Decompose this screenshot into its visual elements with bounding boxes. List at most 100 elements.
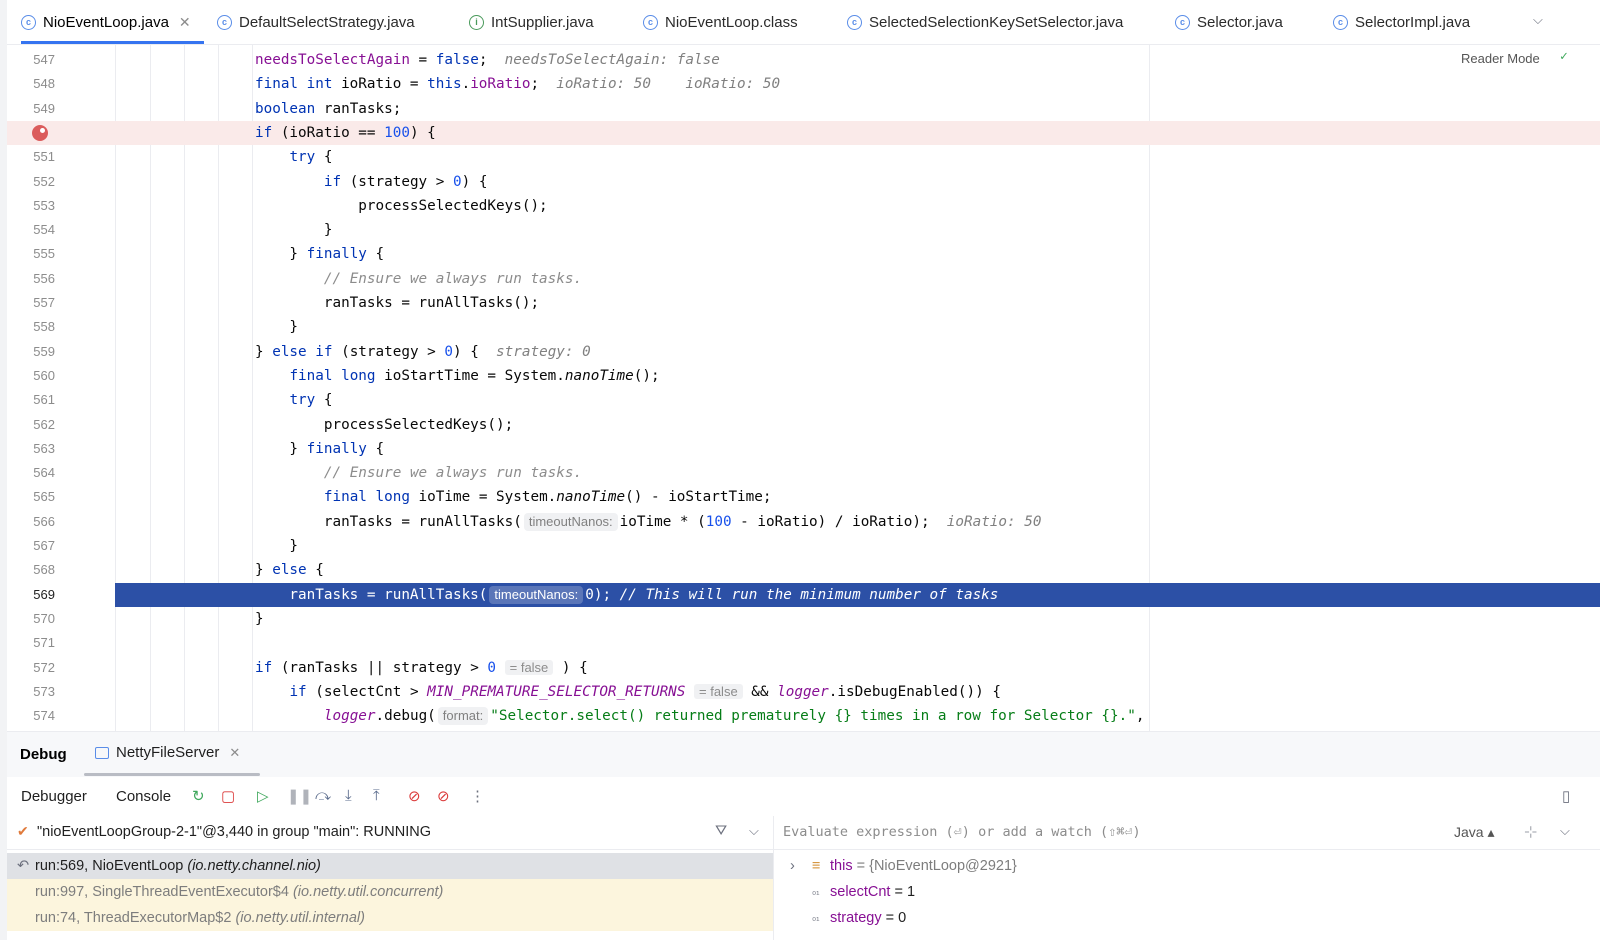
code-line: 572 if (ranTasks || strategy > 0 = false… <box>33 659 588 676</box>
code-line: 555 } finally { <box>33 246 385 263</box>
class-icon: c <box>217 14 232 30</box>
chevron-right-icon[interactable]: › <box>790 853 795 879</box>
code-line: 567 } <box>33 538 299 554</box>
application-icon <box>95 746 109 759</box>
step-over-icon[interactable]: ⤼ <box>315 787 331 804</box>
evaluate-expression-field[interactable]: Evaluate expression (⏎) or add a watch (… <box>774 816 1600 850</box>
code-line: 559 } else if (strategy > 0) { strategy:… <box>33 343 591 360</box>
eval-placeholder: Evaluate expression (⏎) or add a watch (… <box>783 824 1141 840</box>
debug-toolbar: Debugger Console ↻ ▢ ▷ ❚❚ ⤼ ⤓ ⤒ ⊘ ⊘ ⋮ ▯ <box>7 777 1600 817</box>
tab-nioeventloop-class[interactable]: c NioEventLoop.class <box>643 0 798 44</box>
variables-panel: Evaluate expression (⏎) or add a watch (… <box>774 816 1600 940</box>
chevron-down-icon[interactable]: ⌵ <box>1533 12 1543 28</box>
code-line: 565 final long ioTime = System.nanoTime(… <box>33 489 772 506</box>
add-watch-icon[interactable]: ⊹ <box>1524 822 1537 842</box>
check-icon: ✔ <box>17 823 29 839</box>
class-icon: c <box>643 14 658 30</box>
stack-frame[interactable]: run:997, SingleThreadEventExecutor$4 (io… <box>7 879 773 905</box>
variable-value: = 1 <box>890 884 916 900</box>
variable-name: this <box>830 858 853 874</box>
variable-value: = 0 <box>881 910 907 926</box>
session-label: NettyFileServer <box>116 744 220 761</box>
debug-title: Debug <box>20 746 67 763</box>
view-breakpoints-icon[interactable]: ⊘ <box>408 787 421 805</box>
layout-icon[interactable]: ▯ <box>1562 787 1570 805</box>
code-line: 566 ranTasks = runAllTasks(timeoutNanos:… <box>33 512 1042 531</box>
code-line: 549 boolean ranTasks; <box>33 100 402 117</box>
tab-selector-java[interactable]: c Selector.java <box>1175 0 1283 44</box>
frame-package: (io.netty.util.internal) <box>235 910 365 926</box>
variable-name: strategy <box>830 910 882 926</box>
rerun-icon[interactable]: ↻ <box>192 787 205 805</box>
code-line: 563 } finally { <box>33 440 385 457</box>
code-line: 558 } <box>33 319 299 336</box>
tab-label: NioEventLoop.class <box>665 13 798 31</box>
variable-name: selectCnt <box>830 884 891 900</box>
tab-intsupplier[interactable]: i IntSupplier.java <box>469 0 594 44</box>
code-line: 557 ranTasks = runAllTasks(); <box>33 295 540 311</box>
class-icon: c <box>1175 14 1190 30</box>
step-into-icon[interactable]: ⤓ <box>345 787 352 804</box>
code-line: 554 } <box>33 222 333 239</box>
debug-tool-window-header: Debug NettyFileServer ✕ <box>7 732 1600 777</box>
thread-selector[interactable]: ✔ "nioEventLoopGroup-2-1"@3,440 in group… <box>7 816 773 850</box>
tab-defaultselectstrategy[interactable]: c DefaultSelectStrategy.java <box>217 0 415 44</box>
code-line: 560 final long ioStartTime = System.nano… <box>33 367 660 384</box>
frame-method: run:74, ThreadExecutorMap$2 <box>35 910 232 926</box>
variable-row[interactable]: › ≡ this = {NioEventLoop@2921} <box>774 853 1600 879</box>
tab-label: NioEventLoop.java <box>43 13 169 31</box>
breakpoint-line: 550 if (ioRatio == 100) { <box>7 120 1600 146</box>
return-icon: ↶ <box>17 858 30 874</box>
language-selector[interactable]: Java ▴ <box>1454 824 1495 841</box>
step-out-icon[interactable]: ⤒ <box>373 787 380 804</box>
frames-panel: ✔ "nioEventLoopGroup-2-1"@3,440 in group… <box>7 816 773 940</box>
session-tab[interactable]: NettyFileServer ✕ <box>95 744 240 761</box>
tab-nioeventloop-java[interactable]: c NioEventLoop.java ✕ <box>21 0 204 44</box>
variable-row[interactable]: ₀₁ strategy = 0 <box>774 905 1600 931</box>
code-line: 552 if (strategy > 0) { <box>33 173 488 190</box>
code-line: 570 } <box>33 610 264 627</box>
code-line: 548 final int ioRatio = this.ioRatio; io… <box>33 76 781 93</box>
code-line: 556 // Ensure we always run tasks. <box>33 270 583 287</box>
tab-label: SelectorImpl.java <box>1355 13 1471 31</box>
code-line: 573 if (selectCnt > MIN_PREMATURE_SELECT… <box>33 683 1001 700</box>
resume-icon[interactable]: ▷ <box>257 787 269 805</box>
tab-selectedselectionkeysetselector[interactable]: c SelectedSelectionKeySetSelector.java <box>847 0 1123 44</box>
variable-row[interactable]: ₀₁ selectCnt = 1 <box>774 879 1600 905</box>
frame-method: run:997, SingleThreadEventExecutor$4 <box>35 884 289 900</box>
primitive-icon: ₀₁ <box>812 912 820 923</box>
code-line: 564 // Ensure we always run tasks. <box>33 465 583 482</box>
tab-label: DefaultSelectStrategy.java <box>239 13 415 31</box>
editor-tab-bar: c NioEventLoop.java ✕ c DefaultSelectStr… <box>7 0 1600 45</box>
chevron-down-icon[interactable]: ⌵ <box>1560 823 1570 839</box>
filter-icon[interactable]: ⛛ <box>715 823 727 839</box>
frame-package: (io.netty.channel.nio) <box>187 858 321 874</box>
stack-frame[interactable]: ↶ run:569, NioEventLoop (io.netty.channe… <box>7 853 773 879</box>
stack-frame[interactable]: run:74, ThreadExecutorMap$2 (io.netty.ut… <box>7 905 773 931</box>
tab-label: IntSupplier.java <box>491 13 594 31</box>
breakpoint-icon[interactable] <box>32 124 48 141</box>
chevron-down-icon[interactable]: ⌵ <box>749 823 759 839</box>
code-line: 551 try { <box>33 149 333 166</box>
tab-console[interactable]: Console <box>116 788 171 805</box>
class-icon: c <box>21 14 36 30</box>
code-editor[interactable]: Reader Mode ✓ 547 needsToSelectAgain = f… <box>7 45 1600 731</box>
field-icon: ≡ <box>812 858 821 874</box>
code-line: 568 } else { <box>33 562 324 579</box>
more-icon[interactable]: ⋮ <box>470 787 485 805</box>
code-line: 571 <box>33 635 55 651</box>
close-icon[interactable]: ✕ <box>229 745 240 761</box>
code-line: 561 try { <box>33 392 333 409</box>
frame-package: (io.netty.util.concurrent) <box>292 884 444 900</box>
stop-icon[interactable]: ▢ <box>221 787 235 805</box>
interface-icon: i <box>469 14 484 30</box>
tab-selectorimpl-java[interactable]: c SelectorImpl.java <box>1333 0 1470 44</box>
tab-label: Selector.java <box>1197 13 1283 31</box>
code-line: 553 processSelectedKeys(); <box>33 197 548 214</box>
mute-breakpoints-icon[interactable]: ⊘ <box>437 787 450 805</box>
class-icon: c <box>1333 14 1348 30</box>
tab-debugger[interactable]: Debugger <box>21 788 87 805</box>
pause-icon[interactable]: ❚❚ <box>287 787 312 805</box>
class-icon: c <box>847 14 862 30</box>
close-icon[interactable]: ✕ <box>179 14 191 31</box>
